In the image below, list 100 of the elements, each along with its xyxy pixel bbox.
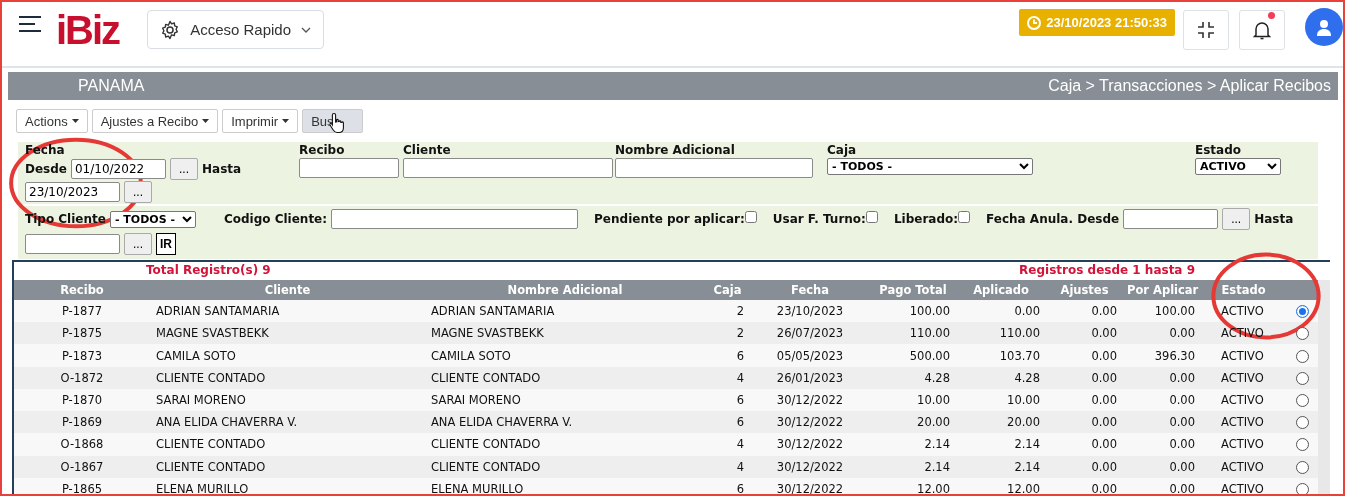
scrollbar[interactable] — [1318, 280, 1330, 494]
table-cell: CAMILA SOTO — [150, 344, 425, 367]
field-label: Estado — [1195, 143, 1241, 157]
field-label: Recibo — [299, 143, 345, 157]
date-field[interactable] — [25, 234, 120, 254]
date-field[interactable] — [1123, 209, 1219, 229]
go-button[interactable]: IR — [156, 233, 176, 255]
menu-button[interactable] — [18, 15, 42, 33]
table-cell: 20.00 — [956, 411, 1046, 434]
table-cell: 05/05/2023 — [750, 344, 870, 367]
table-cell: CLIENTE CONTADO — [425, 366, 705, 389]
checkbox[interactable] — [744, 211, 757, 223]
table-cell: 30/12/2022 — [750, 477, 870, 494]
checkbox[interactable] — [865, 211, 878, 223]
row-radio[interactable] — [1295, 305, 1309, 319]
table-cell: 0.00 — [1046, 322, 1123, 345]
table-cell: 0.00 — [1123, 477, 1201, 494]
date-picker-button[interactable]: ... — [170, 158, 198, 180]
table-cell: 6 — [705, 388, 750, 412]
table-cell: 2 — [705, 322, 750, 345]
client-field[interactable] — [403, 158, 613, 178]
column-header: Nombre Adicional — [425, 280, 705, 300]
table-cell: ACTIVO — [1201, 366, 1286, 389]
table-cell: CLIENTE CONTADO — [150, 433, 425, 456]
table-cell: P-1869 — [14, 411, 150, 434]
table-cell: MAGNE SVASTBEKK — [425, 322, 705, 345]
dropdown-button[interactable]: Imprimir — [222, 109, 299, 133]
table-cell: ACTIVO — [1201, 388, 1286, 412]
table-cell: 12.00 — [956, 477, 1046, 494]
date-field[interactable]: 01/10/2022 — [71, 159, 166, 179]
table-cell: 0.00 — [1046, 300, 1123, 323]
table-cell: 100.00 — [870, 300, 956, 323]
row-radio[interactable] — [1295, 460, 1309, 474]
notifications-button[interactable] — [1239, 10, 1285, 50]
table-cell: 0.00 — [1123, 455, 1201, 478]
client-code-field[interactable] — [331, 209, 579, 229]
table-cell: ANA ELIDA CHAVERRA V. — [150, 411, 425, 434]
client-type-select[interactable]: - TODOS - — [109, 210, 196, 228]
row-radio[interactable] — [1295, 327, 1309, 341]
row-radio[interactable] — [1295, 482, 1309, 494]
table-cell: 4.28 — [870, 366, 956, 389]
table-cell: 0.00 — [1123, 433, 1201, 456]
table-cell: 30/12/2022 — [750, 388, 870, 412]
table-cell: ACTIVO — [1201, 477, 1286, 494]
table-cell: ELENA MURILLO — [150, 477, 425, 494]
row-radio[interactable] — [1295, 349, 1309, 363]
column-header: Pago Total — [870, 280, 956, 300]
table-cell: 6 — [705, 411, 750, 434]
table-cell: 2 — [705, 300, 750, 323]
table-cell: 2.14 — [956, 433, 1046, 456]
additional-name-field[interactable] — [615, 158, 813, 178]
table-cell: 2.14 — [956, 455, 1046, 478]
table-cell: 2.14 — [870, 455, 956, 478]
table-cell: CLIENTE CONTADO — [425, 455, 705, 478]
date-picker-button[interactable]: ... — [124, 233, 152, 255]
table-cell: ACTIVO — [1201, 344, 1286, 367]
date-picker-button[interactable]: ... — [124, 181, 152, 203]
column-header: Fecha — [750, 280, 870, 300]
table-cell: MAGNE SVASTBEKK — [150, 322, 425, 345]
table-cell: 110.00 — [870, 322, 956, 345]
row-radio[interactable] — [1295, 394, 1309, 407]
record-count: Total Registro(s) 9 — [146, 263, 271, 279]
table-cell: 500.00 — [870, 344, 956, 367]
receipt-field[interactable] — [299, 158, 399, 178]
date-field[interactable]: 23/10/2023 — [25, 182, 120, 202]
table-cell: ACTIVO — [1201, 433, 1286, 456]
user-avatar[interactable] — [1305, 8, 1343, 46]
table-cell: 26/01/2023 — [750, 366, 870, 389]
table-cell: 10.00 — [956, 388, 1046, 412]
dropdown-button[interactable]: Ajustes a Recibo — [91, 109, 219, 133]
table-cell: 30/12/2022 — [750, 433, 870, 456]
table-cell: P-1865 — [14, 477, 150, 494]
table-cell: CLIENTE CONTADO — [150, 366, 425, 389]
table-cell: P-1875 — [14, 322, 150, 345]
table-cell: 0.00 — [1046, 455, 1123, 478]
dropdown-button[interactable]: Actions — [16, 109, 88, 133]
exit-fullscreen-button[interactable] — [1183, 10, 1229, 50]
row-radio[interactable] — [1295, 416, 1309, 430]
table-cell: 30/12/2022 — [750, 411, 870, 434]
row-radio[interactable] — [1295, 438, 1309, 452]
chevron-down-icon — [301, 26, 312, 33]
date-picker-button[interactable]: ... — [1222, 208, 1251, 230]
column-header: Por Aplicar — [1123, 280, 1201, 300]
quick-access-button[interactable]: Acceso Rapido — [147, 10, 325, 49]
table-cell: 0.00 — [956, 300, 1046, 323]
table-cell: 26/07/2023 — [750, 322, 870, 345]
logo: iBiz — [56, 8, 120, 52]
row-radio[interactable] — [1295, 371, 1309, 385]
table-cell: 103.70 — [956, 344, 1046, 367]
table-cell: ACTIVO — [1201, 455, 1286, 478]
table-cell: 30/12/2022 — [750, 455, 870, 478]
cash-register-select[interactable]: - TODOS - — [827, 158, 1033, 175]
status-select[interactable]: ACTIVO — [1195, 158, 1281, 175]
table-cell: P-1877 — [14, 300, 150, 323]
table-cell: 0.00 — [1123, 366, 1201, 389]
table-cell: P-1873 — [14, 344, 150, 367]
table-cell: 0.00 — [1046, 388, 1123, 412]
table-cell: ACTIVO — [1201, 300, 1286, 323]
checkbox[interactable] — [958, 211, 971, 223]
table-cell: 4 — [705, 433, 750, 456]
